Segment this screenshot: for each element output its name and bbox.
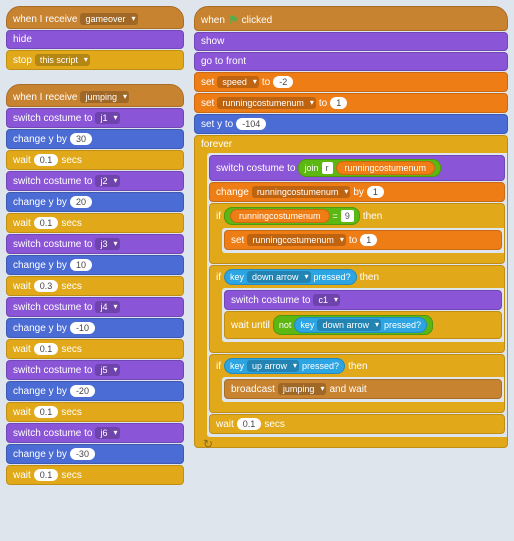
forever-block[interactable]: forever switch costume to join r running… — [194, 135, 508, 448]
main-stack: when ⚑ clicked show go to front set spee… — [194, 6, 508, 448]
key-pressed[interactable]: key down arrow pressed? — [294, 317, 427, 333]
join-operator[interactable]: join r runningcostumenum — [298, 159, 441, 177]
value-input[interactable]: 1 — [330, 97, 347, 109]
change-y[interactable]: change y by10 — [6, 255, 184, 275]
change-y[interactable]: change y by-20 — [6, 381, 184, 401]
not-operator[interactable]: not key down arrow pressed? — [273, 315, 433, 335]
value-input[interactable]: -20 — [70, 385, 95, 397]
value-input[interactable]: -104 — [236, 118, 266, 130]
loop-arrow-icon: ↻ — [195, 437, 213, 451]
switch-costume-join[interactable]: switch costume to join r runningcostumen… — [209, 155, 505, 181]
wait-secs[interactable]: wait0.1secs — [6, 465, 184, 485]
costume-dropdown[interactable]: c1 — [313, 294, 340, 306]
when-receive-jumping[interactable]: when I receive jumping — [6, 84, 184, 107]
wait-until[interactable]: wait until not key down arrow pressed? — [224, 311, 502, 339]
when-receive-gameover[interactable]: when I receive gameover — [6, 6, 184, 29]
stop-block[interactable]: stop this script — [6, 50, 184, 70]
key-dropdown[interactable]: down arrow — [247, 271, 311, 283]
label: when I receive — [13, 14, 77, 25]
if-up-arrow[interactable]: if key up arrow pressed? then broadcast … — [209, 354, 505, 413]
gameover-stack: when I receive gameover hide stop this s… — [6, 6, 184, 70]
when-flag-clicked[interactable]: when ⚑ clicked — [194, 6, 508, 31]
message-dropdown[interactable]: gameover — [80, 13, 137, 25]
value-input[interactable]: 0.1 — [34, 469, 59, 481]
equals-operator[interactable]: runningcostumenum = 9 — [224, 207, 360, 225]
value-input[interactable]: 20 — [70, 196, 92, 208]
message-dropdown[interactable]: jumping — [80, 91, 129, 103]
key-dropdown[interactable]: up arrow — [247, 360, 299, 372]
change-y[interactable]: change y by-30 — [6, 444, 184, 464]
set-y[interactable]: set y to -104 — [194, 114, 508, 134]
change-y[interactable]: change y by30 — [6, 129, 184, 149]
key-pressed[interactable]: key up arrow pressed? — [224, 358, 345, 374]
var-dropdown[interactable]: runningcostumenum — [217, 97, 316, 109]
var-reporter[interactable]: runningcostumenum — [336, 161, 436, 175]
value-input[interactable]: 0.1 — [34, 406, 59, 418]
value-input[interactable]: 0.1 — [34, 154, 59, 166]
jumping-stack: when I receive jumping switch costume to… — [6, 84, 184, 485]
costume-dropdown[interactable]: j3 — [95, 238, 119, 250]
wait-secs[interactable]: wait0.1secs — [6, 402, 184, 422]
var-dropdown[interactable]: runningcostumenum — [247, 234, 346, 246]
value-input[interactable]: 0.1 — [34, 343, 59, 355]
value-input[interactable]: -30 — [70, 448, 95, 460]
go-to-front[interactable]: go to front — [194, 52, 508, 71]
switch-costume[interactable]: switch costume toj3 — [6, 234, 184, 254]
value-input[interactable]: 0.3 — [34, 280, 59, 292]
wait-secs[interactable]: wait0.1secs — [6, 150, 184, 170]
switch-costume[interactable]: switch costume toj4 — [6, 297, 184, 317]
text-input[interactable]: r — [322, 162, 333, 174]
switch-costume[interactable]: switch costume toj6 — [6, 423, 184, 443]
value-input[interactable]: 1 — [367, 186, 384, 198]
costume-dropdown[interactable]: j6 — [95, 427, 119, 439]
script-column-left: when I receive gameover hide stop this s… — [6, 6, 184, 499]
costume-dropdown[interactable]: j4 — [95, 301, 119, 313]
wait-secs[interactable]: wait0.1secs — [6, 339, 184, 359]
wait-secs[interactable]: wait 0.1 secs — [209, 414, 505, 434]
value-input[interactable]: -2 — [273, 76, 293, 88]
var-dropdown[interactable]: speed — [217, 76, 259, 88]
set-speed[interactable]: set speed to -2 — [194, 72, 508, 92]
costume-dropdown[interactable]: j1 — [95, 112, 119, 124]
var-dropdown[interactable]: runningcostumenum — [252, 186, 351, 198]
hide-block[interactable]: hide — [6, 30, 184, 49]
value-input[interactable]: 1 — [360, 234, 377, 246]
if-down-arrow[interactable]: if key down arrow pressed? then switch c… — [209, 265, 505, 353]
if-costume-9[interactable]: if runningcostumenum = 9 then set runnin… — [209, 203, 505, 264]
switch-costume[interactable]: switch costume toj1 — [6, 108, 184, 128]
green-flag-icon: ⚑ — [228, 13, 239, 27]
value-input[interactable]: -10 — [70, 322, 95, 334]
text-input[interactable]: 9 — [341, 210, 354, 222]
change-y[interactable]: change y by20 — [6, 192, 184, 212]
value-input[interactable]: 0.1 — [34, 217, 59, 229]
stop-option[interactable]: this script — [35, 54, 90, 66]
broadcast-wait[interactable]: broadcast jumping and wait — [224, 379, 502, 399]
switch-costume-c1[interactable]: switch costume to c1 — [224, 290, 502, 310]
costume-dropdown[interactable]: j5 — [95, 364, 119, 376]
change-y[interactable]: change y by-10 — [6, 318, 184, 338]
wait-secs[interactable]: wait0.3secs — [6, 276, 184, 296]
value-input[interactable]: 0.1 — [237, 418, 262, 430]
switch-costume[interactable]: switch costume toj2 — [6, 171, 184, 191]
change-var[interactable]: change runningcostumenum by 1 — [209, 182, 505, 202]
switch-costume[interactable]: switch costume toj5 — [6, 360, 184, 380]
wait-secs[interactable]: wait0.1secs — [6, 213, 184, 233]
forever-body: switch costume to join r runningcostumen… — [207, 153, 507, 437]
set-runningcostumenum-1[interactable]: set runningcostumenum to 1 — [224, 230, 502, 250]
message-dropdown[interactable]: jumping — [278, 383, 327, 395]
var-reporter[interactable]: runningcostumenum — [230, 209, 330, 223]
key-dropdown[interactable]: down arrow — [317, 319, 381, 331]
set-runningcostumenum[interactable]: set runningcostumenum to 1 — [194, 93, 508, 113]
value-input[interactable]: 30 — [70, 133, 92, 145]
costume-dropdown[interactable]: j2 — [95, 175, 119, 187]
script-column-right: when ⚑ clicked show go to front set spee… — [194, 6, 508, 462]
show-block[interactable]: show — [194, 32, 508, 51]
value-input[interactable]: 10 — [70, 259, 92, 271]
key-pressed[interactable]: key down arrow pressed? — [224, 269, 357, 285]
